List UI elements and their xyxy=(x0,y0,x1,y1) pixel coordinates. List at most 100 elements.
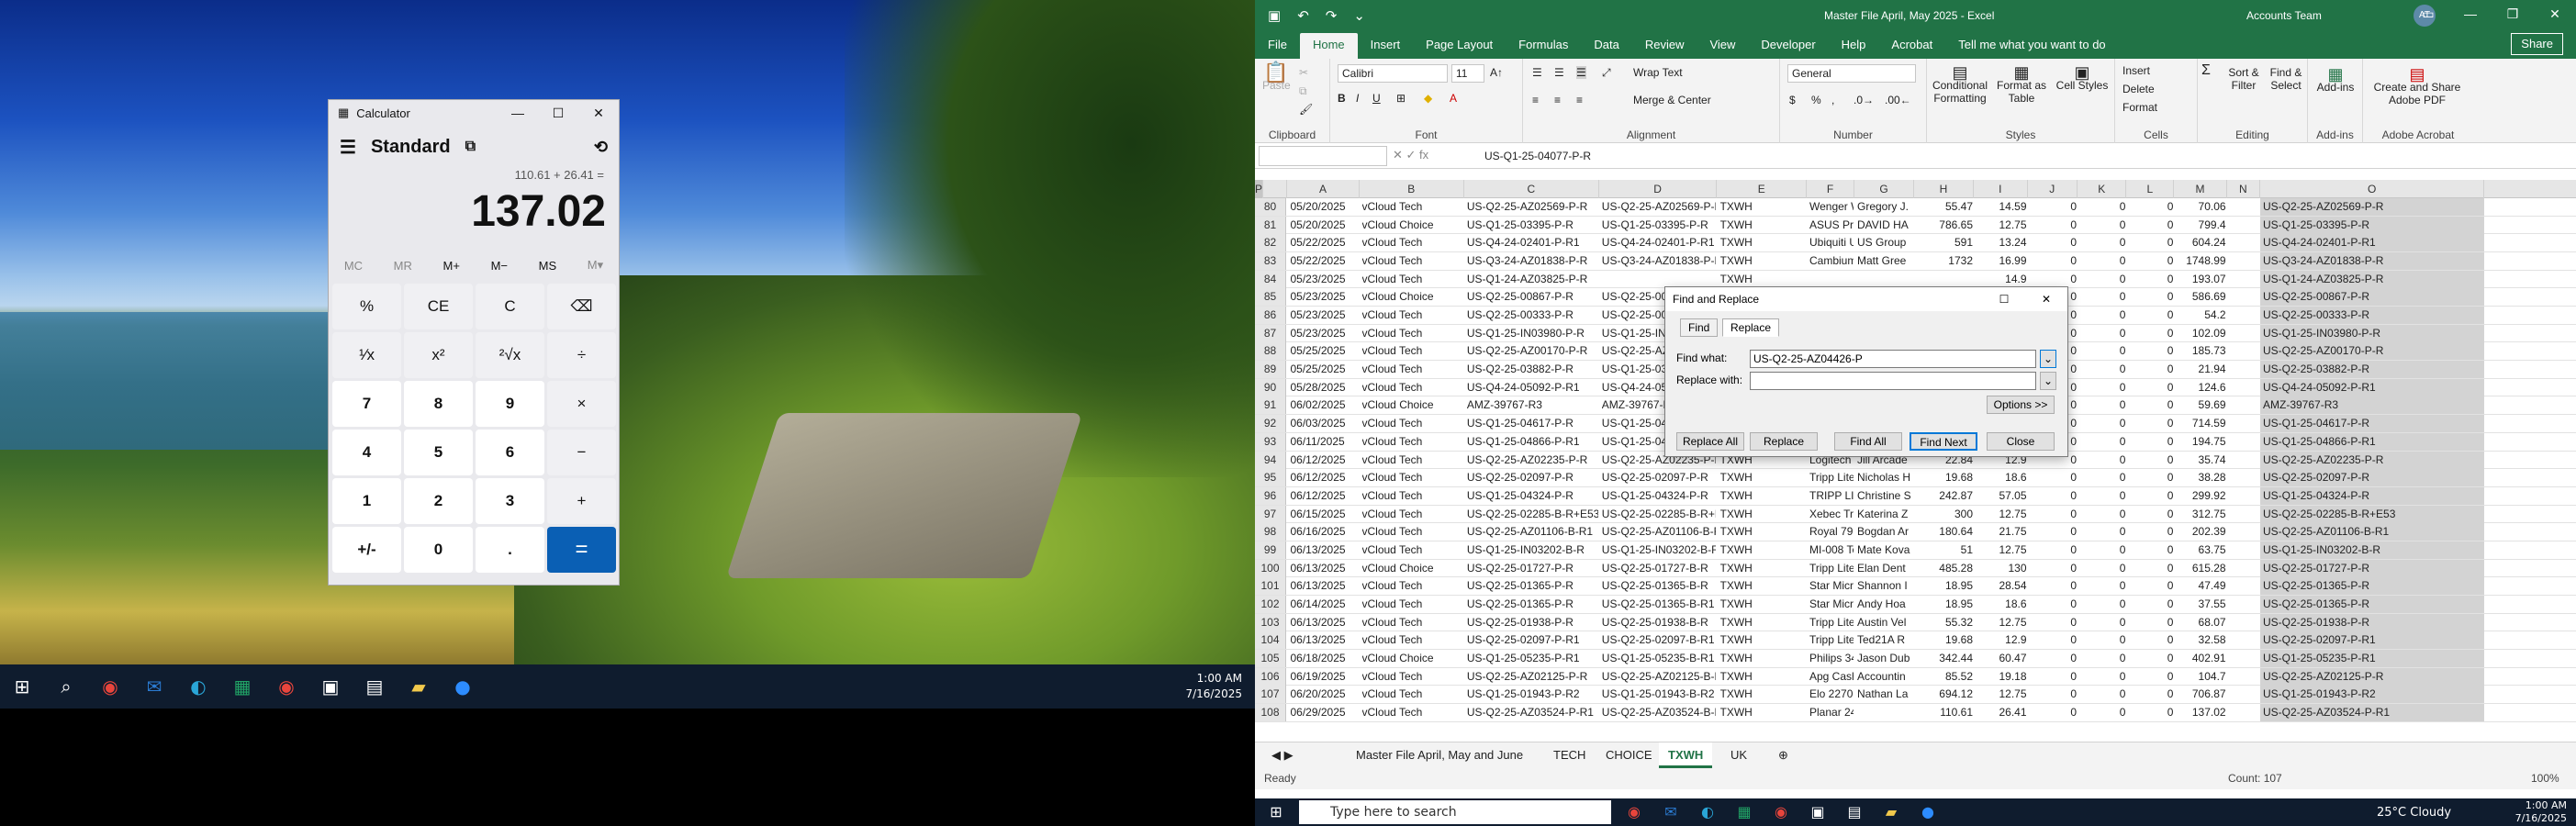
app-icon[interactable]: ▣ xyxy=(312,668,349,705)
table-cell[interactable]: 0 xyxy=(2129,252,2174,270)
table-cell[interactable]: Katerina Z xyxy=(1857,506,1913,523)
table-cell[interactable]: 85.52 xyxy=(1917,668,1973,686)
table-cell[interactable]: 0 xyxy=(2080,668,2126,686)
table-cell[interactable]: 0 xyxy=(2129,686,2174,703)
row-number[interactable]: 105 xyxy=(1255,650,1286,667)
table-cell[interactable]: vCloud Tech xyxy=(1362,668,1463,686)
table-cell[interactable]: US-Q2-25-02285-B-R+E53 xyxy=(1467,506,1598,523)
table-cell[interactable]: US-Q2-25-AZ01106-B-R1 xyxy=(1602,523,1717,541)
search-icon[interactable]: ⌕ xyxy=(48,668,84,705)
table-cell[interactable]: US-Q2-25-01727-P-R xyxy=(1467,560,1598,577)
table-cell[interactable]: Tripp Lite 2U Smartf xyxy=(1809,631,1854,649)
table-cell[interactable]: 14.59 xyxy=(1977,198,2026,216)
table-cell[interactable]: Star Micronics BU01 xyxy=(1809,577,1854,595)
column-header[interactable]: M xyxy=(2174,180,2227,198)
table-cell[interactable]: Cambium Networks xyxy=(1809,252,1854,270)
column-header[interactable]: J xyxy=(2028,180,2078,198)
table-cell[interactable]: 35.74 xyxy=(2177,452,2226,469)
table-cell[interactable] xyxy=(2230,487,2259,505)
table-cell[interactable]: US-Q1-25-04617-P-R xyxy=(1467,415,1598,432)
table-cell[interactable]: US Group xyxy=(1857,234,1913,251)
table-cell[interactable]: 202.39 xyxy=(2177,523,2226,541)
table-cell[interactable]: 0 xyxy=(2080,288,2126,306)
table-cell[interactable] xyxy=(2230,614,2259,631)
table-cell[interactable]: US-Q2-25-AZ02569-P-R xyxy=(2260,198,2485,216)
table-cell[interactable] xyxy=(2230,596,2259,613)
square-key[interactable]: x² xyxy=(404,332,473,378)
table-cell[interactable]: US-Q2-25-AZ00170-P-R xyxy=(2260,342,2485,361)
align-center-icon[interactable]: ≡ xyxy=(1554,94,1561,106)
table-cell[interactable]: Andy Hoa xyxy=(1857,596,1913,613)
table-cell[interactable]: TXWH xyxy=(1720,234,1807,251)
table-cell[interactable]: 06/13/2025 xyxy=(1291,541,1359,559)
table-cell[interactable]: 0 xyxy=(2129,342,2174,360)
table-cell[interactable]: 0 xyxy=(2129,506,2174,523)
key-4[interactable]: 4 xyxy=(332,430,401,475)
table-cell[interactable]: 714.59 xyxy=(2177,415,2226,432)
table-cell[interactable]: US-Q2-25-00867-P-R xyxy=(2260,288,2485,307)
table-cell[interactable]: 0 xyxy=(2031,487,2077,505)
column-header[interactable]: E xyxy=(1718,180,1807,198)
table-cell[interactable]: 55.47 xyxy=(1917,198,1973,216)
table-cell[interactable]: 0 xyxy=(2129,288,2174,306)
table-cell[interactable]: US-Q1-25-03395-P-R xyxy=(1602,217,1717,234)
table-cell[interactable]: 706.87 xyxy=(2177,686,2226,703)
table-cell[interactable]: 0 xyxy=(2080,523,2126,541)
close-button[interactable]: ✕ xyxy=(2534,0,2576,28)
table-cell[interactable]: US-Q4-24-02401-P-R1 xyxy=(1602,234,1717,251)
table-cell[interactable]: TXWH xyxy=(1720,271,1807,288)
mc-button[interactable]: MC xyxy=(344,259,363,273)
table-cell[interactable]: Star Micronics BU01 xyxy=(1809,596,1854,613)
table-cell[interactable]: 0 xyxy=(2129,415,2174,432)
start-icon[interactable]: ⊞ xyxy=(1264,801,1288,823)
table-cell[interactable]: Mate Kova xyxy=(1857,541,1913,559)
backspace-key[interactable]: ⌫ xyxy=(547,284,616,329)
table-cell[interactable]: 591 xyxy=(1917,234,1973,251)
table-cell[interactable]: US-Q2-25-AZ01106-B-R1 xyxy=(1467,523,1598,541)
table-cell[interactable]: US-Q2-25-AZ02235-P-R xyxy=(2260,451,2485,469)
table-cell[interactable]: 06/13/2025 xyxy=(1291,560,1359,577)
percent-key[interactable]: % xyxy=(332,284,401,329)
table-cell[interactable]: US-Q2-25-00333-P-R xyxy=(1467,307,1598,324)
table-cell[interactable]: Nathan La xyxy=(1857,686,1913,703)
table-cell[interactable]: 0 xyxy=(2031,704,2077,721)
table-cell[interactable]: 05/23/2025 xyxy=(1291,325,1359,342)
table-cell[interactable]: US-Q2-25-02097-P-R xyxy=(1467,469,1598,486)
addins-button[interactable]: ▦ Add-ins xyxy=(2313,66,2358,94)
autosum-icon[interactable]: Σ xyxy=(2201,63,2211,78)
row-number[interactable]: 80 xyxy=(1255,198,1286,216)
table-cell[interactable]: US-Q2-25-00333-P-R xyxy=(2260,307,2485,325)
table-cell[interactable]: vCloud Choice xyxy=(1362,396,1463,414)
table-cell[interactable]: 13.24 xyxy=(1977,234,2026,251)
table-cell[interactable]: US-Q2-25-AZ02569-P-R xyxy=(1602,198,1717,216)
equals-key[interactable]: = xyxy=(547,527,616,573)
table-cell[interactable]: 0 xyxy=(2129,198,2174,216)
sheet-tab-tech[interactable]: TECH xyxy=(1544,742,1595,768)
replace-button[interactable]: Replace xyxy=(1750,432,1818,451)
tab-replace[interactable]: Replace xyxy=(1722,318,1780,337)
table-cell[interactable]: 57.05 xyxy=(1977,487,2026,505)
table-cell[interactable]: 124.6 xyxy=(2177,379,2226,396)
align-middle-icon[interactable]: ☰ xyxy=(1554,66,1564,79)
table-cell[interactable] xyxy=(2230,506,2259,523)
table-cell[interactable] xyxy=(1602,271,1717,288)
tab-view[interactable]: View xyxy=(1697,33,1748,59)
table-cell[interactable]: 26.41 xyxy=(1977,704,2026,721)
table-cell[interactable]: US-Q4-24-05092-P-R1 xyxy=(2260,378,2485,396)
table-cell[interactable]: US-Q2-25-01938-B-R xyxy=(1602,614,1717,631)
table-cell[interactable]: TXWH xyxy=(1720,523,1807,541)
table-cell[interactable]: vCloud Tech xyxy=(1362,614,1463,631)
table-cell[interactable]: 12.75 xyxy=(1977,614,2026,631)
row-number[interactable]: 92 xyxy=(1255,415,1286,433)
row-number[interactable]: 90 xyxy=(1255,378,1286,396)
table-cell[interactable]: 05/28/2025 xyxy=(1291,379,1359,396)
table-cell[interactable]: 06/12/2025 xyxy=(1291,469,1359,486)
table-cell[interactable]: US-Q2-25-00867-P-R xyxy=(1467,288,1598,306)
name-box[interactable] xyxy=(1259,146,1387,166)
table-cell[interactable]: 0 xyxy=(2129,452,2174,469)
italic-button[interactable]: I xyxy=(1356,92,1359,105)
table-cell[interactable]: US-Q2-25-01727-B-R xyxy=(1602,560,1717,577)
table-cell[interactable]: US-Q2-25-AZ01106-B-R1 xyxy=(2260,523,2485,541)
keep-on-top-icon[interactable]: ⧉ xyxy=(465,139,476,155)
table-cell[interactable]: US-Q1-25-04324-P-R xyxy=(2260,486,2485,505)
